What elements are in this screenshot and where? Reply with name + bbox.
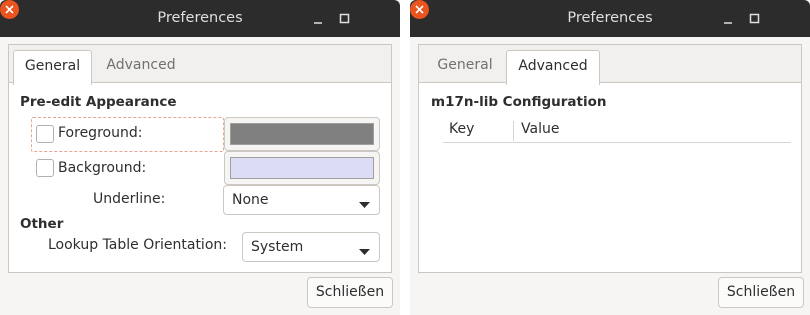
tab-strip: General Advanced: [418, 44, 802, 85]
minimize-icon[interactable]: [309, 8, 329, 28]
chevron-down-icon: [359, 244, 370, 260]
column-header-value[interactable]: Value: [521, 121, 559, 137]
orientation-value: System: [251, 239, 304, 255]
chevron-down-icon: [359, 197, 370, 213]
background-checkbox[interactable]: [36, 159, 54, 177]
foreground-color-swatch: [230, 123, 374, 145]
tab-general[interactable]: General: [13, 50, 92, 85]
foreground-checkbox[interactable]: [36, 125, 54, 143]
column-header-key[interactable]: Key: [449, 121, 474, 137]
minimize-icon[interactable]: [719, 8, 739, 28]
other-heading: Other: [20, 216, 64, 232]
title-bar[interactable]: Preferences: [410, 0, 810, 37]
underline-label: Underline:: [93, 191, 166, 207]
orientation-label: Lookup Table Orientation:: [48, 237, 227, 253]
underline-value: None: [232, 192, 269, 208]
close-button[interactable]: Schließen: [718, 277, 804, 308]
background-label: Background:: [58, 160, 147, 176]
tab-advanced[interactable]: Advanced: [97, 50, 185, 85]
foreground-label: Foreground:: [58, 125, 143, 141]
preferences-window-general: Preferences General Advanced Pre-edit Ap…: [0, 0, 400, 315]
close-icon[interactable]: [410, 0, 429, 19]
background-color-swatch: [230, 157, 374, 179]
maximize-icon[interactable]: [744, 8, 764, 28]
title-bar[interactable]: Preferences: [0, 0, 400, 37]
close-button[interactable]: Schließen: [307, 277, 393, 308]
config-table-header: Key Value: [443, 121, 791, 143]
tab-strip: General Advanced: [8, 44, 392, 85]
column-separator: [513, 121, 514, 141]
foreground-color-button[interactable]: [224, 117, 380, 151]
background-color-button[interactable]: [224, 151, 380, 185]
pre-edit-heading: Pre-edit Appearance: [20, 94, 177, 110]
underline-combo[interactable]: None: [223, 185, 380, 215]
preferences-window-advanced: Preferences General Advanced m17n-lib Co…: [410, 0, 810, 315]
close-icon[interactable]: [0, 0, 19, 19]
tab-general[interactable]: General: [423, 50, 507, 85]
m17n-config-heading: m17n-lib Configuration: [431, 94, 607, 110]
advanced-page: [418, 82, 802, 273]
maximize-icon[interactable]: [334, 8, 354, 28]
orientation-combo[interactable]: System: [242, 232, 380, 262]
tab-advanced[interactable]: Advanced: [506, 50, 600, 85]
